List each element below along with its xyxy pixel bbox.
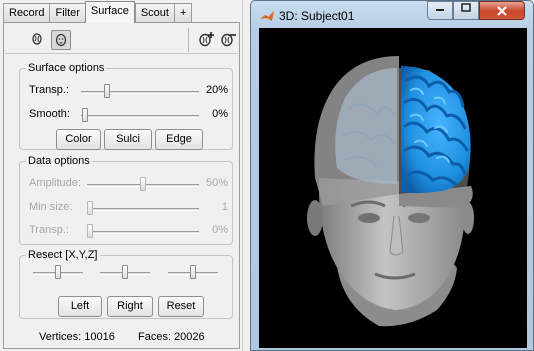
surface-options-title: Surface options (26, 62, 107, 75)
resect-left-button[interactable]: Left (58, 296, 102, 317)
head-brain-render (307, 56, 474, 327)
right-eye (408, 213, 430, 223)
data-transparency-slider-thumb[interactable] (87, 224, 93, 238)
matlab-icon (260, 11, 274, 21)
resect-z-slider-thumb[interactable] (190, 265, 196, 279)
smooth-row: Smooth: 0% (29, 107, 229, 123)
add-surface-button[interactable] (196, 30, 216, 50)
data-transparency-value: 0% (212, 224, 228, 236)
amplitude-row: Amplitude: 50% (29, 176, 229, 192)
color-button[interactable]: Color (56, 129, 101, 150)
maximize-icon (461, 3, 471, 12)
data-transparency-label: Transp.: (29, 224, 69, 236)
transparency-row: Transp.: 20% (29, 83, 229, 99)
amplitude-label: Amplitude: (29, 177, 81, 189)
surface-tab-content: Surface options Transp.: 20% Smooth: 0% … (3, 22, 240, 349)
cortex-surface-button[interactable] (27, 30, 47, 50)
smooth-value: 0% (212, 108, 228, 120)
resect-group: Resect [X,Y,Z] Left Right Reset (19, 249, 233, 319)
transparency-value: 20% (205, 84, 228, 96)
cortex-icon (32, 33, 42, 45)
resect-y-slider-thumb[interactable] (122, 265, 128, 279)
remove-surface-button[interactable] (218, 30, 238, 50)
data-transparency-row: Transp.: 0% (29, 223, 229, 239)
data-options-group: Data options Amplitude: 50% Min size: 1 … (19, 155, 233, 245)
min-size-value: 1 (221, 201, 228, 213)
surface-toolbar (5, 24, 238, 54)
remove-surface-icon (221, 33, 236, 47)
min-size-slider-track[interactable] (87, 208, 199, 211)
surface-options-group: Surface options Transp.: 20% Smooth: 0% … (19, 62, 233, 150)
resect-right-button[interactable]: Right (107, 296, 153, 317)
resect-reset-button[interactable]: Reset (158, 296, 204, 317)
amplitude-value: 50% (205, 177, 228, 189)
3d-viewport[interactable] (259, 28, 527, 348)
maximize-button[interactable] (453, 1, 479, 20)
tab-scout[interactable]: Scout (134, 3, 174, 23)
window-title: 3D: Subject01 (279, 9, 355, 23)
data-transparency-slider-track[interactable] (87, 231, 199, 234)
sulci-button[interactable]: Sulci (104, 129, 152, 150)
data-options-title: Data options (26, 155, 92, 168)
tab-surface[interactable]: Surface (84, 1, 135, 23)
transparency-slider-thumb[interactable] (104, 84, 110, 98)
close-button[interactable] (479, 1, 525, 20)
head-icon (55, 33, 67, 47)
toolbar-separator (188, 28, 189, 52)
minimize-button[interactable] (427, 1, 453, 20)
add-surface-icon (199, 32, 214, 47)
left-ear (307, 200, 323, 236)
smooth-slider-thumb[interactable] (82, 108, 88, 122)
edge-button[interactable]: Edge (155, 129, 203, 150)
close-icon (497, 6, 507, 16)
faces-count: Faces: 20026 (138, 331, 205, 343)
tab-record[interactable]: Record (3, 3, 50, 23)
left-eye (358, 213, 380, 223)
min-size-slider-thumb[interactable] (87, 201, 93, 215)
resect-title: Resect [X,Y,Z] (26, 249, 100, 262)
resect-x-slider-thumb[interactable] (55, 265, 61, 279)
smooth-label: Smooth: (29, 108, 70, 120)
tab-bar: Record Filter Surface Scout + (3, 1, 193, 23)
tab-add[interactable]: + (173, 3, 193, 23)
min-size-row: Min size: 1 (29, 200, 229, 216)
brainstorm-panel: Record Filter Surface Scout + Surface op… (0, 0, 243, 351)
head-surface-button[interactable] (51, 30, 71, 50)
minimize-icon (436, 9, 444, 11)
transparency-slider-track[interactable] (81, 91, 199, 94)
tab-filter[interactable]: Filter (49, 3, 85, 23)
figure-window: 3D: Subject01 (250, 0, 534, 351)
amplitude-slider-thumb[interactable] (140, 177, 146, 191)
vertices-count: Vertices: 10016 (39, 331, 115, 343)
smooth-slider-track[interactable] (81, 115, 199, 118)
min-size-label: Min size: (29, 201, 73, 213)
transparency-label: Transp.: (29, 84, 69, 96)
